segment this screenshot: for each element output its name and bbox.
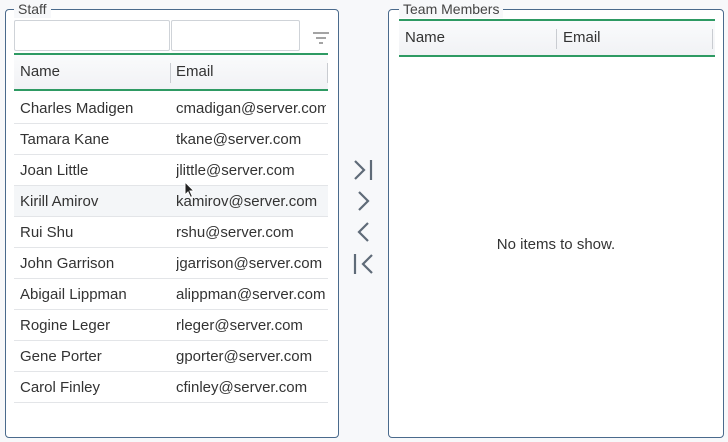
column-divider[interactable] [170, 63, 171, 83]
team-members-legend: Team Members [399, 1, 504, 18]
move-right-button[interactable] [349, 190, 377, 216]
table-row[interactable]: Gene Porter gporter@server.com [14, 341, 328, 372]
move-left-button[interactable] [349, 221, 377, 247]
team-email-column-header[interactable]: Email [563, 21, 601, 55]
staff-name-column-header[interactable]: Name [20, 55, 60, 89]
column-divider[interactable] [712, 29, 713, 49]
email-filter-input[interactable] [171, 20, 300, 51]
staff-email-cell: kamirov@server.com [176, 193, 318, 210]
staff-name-cell: Kirill Amirov [20, 193, 99, 210]
staff-panel: Staff Name Email Charles Madigen cmadigan… [5, 1, 339, 438]
staff-email-cell: cmadigan@server.com [176, 100, 326, 117]
team-grid-header: Name Email [399, 19, 715, 57]
staff-email-cell: rleger@server.com [176, 317, 303, 334]
team-members-panel: Team Members Name Email No items to show… [388, 1, 724, 438]
staff-name-cell: Abigail Lippman [20, 286, 127, 303]
empty-message: No items to show. [496, 236, 616, 253]
staff-grid-header: Name Email [14, 53, 328, 91]
move-left-icon [351, 220, 375, 249]
staff-name-cell: Gene Porter [20, 348, 102, 365]
staff-name-cell: Rui Shu [20, 224, 74, 241]
staff-filter-row [14, 20, 334, 52]
staff-email-column-header[interactable]: Email [176, 55, 214, 89]
staff-email-cell: alippman@server.com [176, 286, 326, 303]
table-row[interactable]: Rui Shu rshu@server.com [14, 217, 328, 248]
table-row[interactable]: John Garrison jgarrison@server.com [14, 248, 328, 279]
table-row[interactable]: Charles Madigen cmadigan@server.com [14, 93, 328, 124]
move-all-right-icon [351, 158, 375, 187]
table-row[interactable]: Tamara Kane tkane@server.com [14, 124, 328, 155]
move-right-icon [351, 189, 375, 218]
table-row[interactable]: Kirill Amirov kamirov@server.com [14, 186, 328, 217]
staff-legend: Staff [14, 1, 51, 18]
staff-name-cell: Carol Finley [20, 379, 101, 396]
table-row[interactable]: Carol Finley cfinley@server.com [14, 372, 328, 403]
column-divider[interactable] [327, 63, 328, 83]
move-all-left-icon [351, 252, 375, 281]
team-name-column-header[interactable]: Name [405, 21, 445, 55]
table-row[interactable]: Rogine Leger rleger@server.com [14, 310, 328, 341]
move-all-left-button[interactable] [349, 253, 377, 279]
name-filter-input[interactable] [14, 20, 170, 51]
column-divider[interactable] [556, 29, 557, 49]
table-row[interactable]: Joan Little jlittle@server.com [14, 155, 328, 186]
staff-name-cell: Joan Little [20, 162, 89, 179]
staff-name-cell: Rogine Leger [20, 317, 111, 334]
staff-email-cell: jlittle@server.com [176, 162, 295, 179]
filter-icon[interactable] [312, 30, 330, 46]
move-all-right-button[interactable] [349, 159, 377, 185]
staff-email-cell: rshu@server.com [176, 224, 294, 241]
staff-email-cell: gporter@server.com [176, 348, 313, 365]
staff-name-cell: Tamara Kane [20, 131, 110, 148]
staff-email-cell: jgarrison@server.com [176, 255, 323, 272]
staff-name-cell: Charles Madigen [20, 100, 134, 117]
staff-email-cell: tkane@server.com [176, 131, 302, 148]
staff-grid-body: Charles Madigen cmadigan@server.com Tamara… [14, 93, 328, 403]
staff-name-cell: John Garrison [20, 255, 115, 272]
staff-email-cell: cfinley@server.com [176, 379, 308, 396]
table-row[interactable]: Abigail Lippman alippman@server.com [14, 279, 328, 310]
